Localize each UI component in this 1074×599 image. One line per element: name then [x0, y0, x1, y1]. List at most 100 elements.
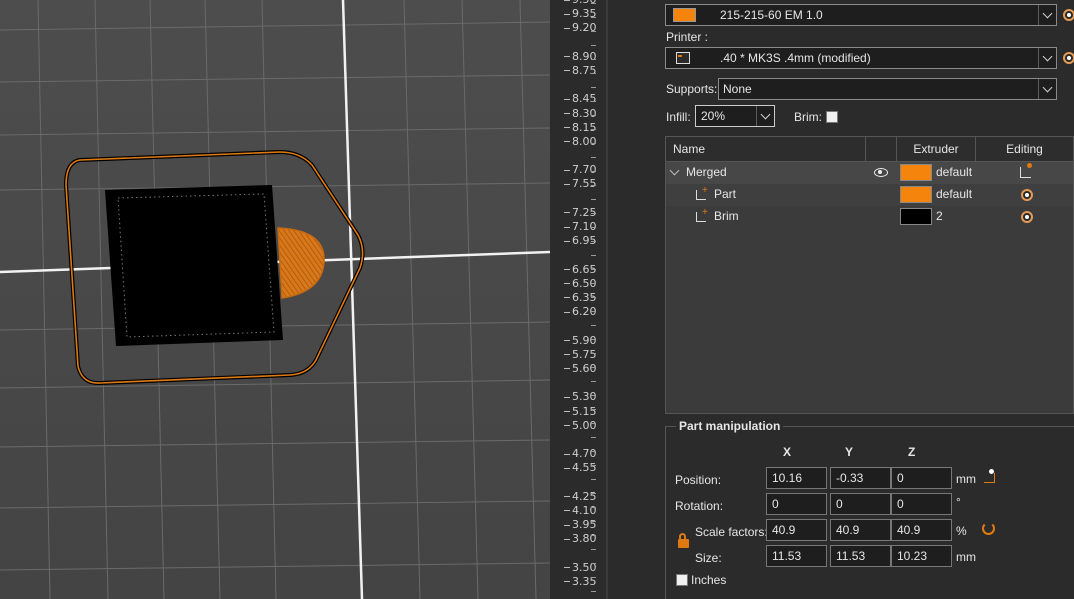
layer-minor-tick — [591, 395, 596, 396]
layer-tick-label: 8.00 — [550, 134, 597, 148]
layer-tick-label: 6.35 — [550, 291, 597, 304]
printer-label: Printer : — [666, 30, 709, 44]
layer-tick-label: 3.35 — [550, 575, 597, 588]
brim-checkbox[interactable] — [826, 111, 838, 123]
layer-minor-tick — [591, 437, 596, 438]
col-header-name[interactable]: Name — [666, 137, 866, 162]
scale-z-field[interactable]: 40.9 — [891, 519, 952, 541]
layer-minor-tick — [591, 31, 596, 32]
scale-y-field[interactable]: 40.9 — [830, 519, 891, 541]
supports-label: Supports: — [666, 82, 718, 96]
object-list[interactable]: Name Extruder Editing Merged default + P… — [665, 136, 1074, 414]
supports-combo[interactable]: None — [718, 78, 1057, 100]
layer-minor-tick — [591, 255, 596, 256]
chevron-down-icon[interactable] — [756, 106, 774, 126]
rotation-y-field[interactable]: 0 — [830, 493, 891, 515]
layer-minor-tick — [591, 283, 596, 284]
layer-minor-tick — [591, 115, 596, 116]
layer-tick-label: 8.90 — [550, 49, 597, 63]
part-name: Part — [714, 187, 737, 201]
inches-label: Inches — [691, 573, 727, 587]
chevron-down-icon[interactable] — [1038, 48, 1056, 68]
layer-minor-tick — [591, 129, 596, 130]
layer-minor-tick — [591, 381, 596, 382]
col-header-extruder[interactable]: Extruder — [897, 137, 976, 162]
infill-combo[interactable]: 20% — [695, 105, 775, 127]
col-header-visibility[interactable] — [866, 137, 897, 162]
extruder-value: 2 — [936, 209, 943, 223]
axis-x-label: X — [783, 445, 792, 459]
size-z-field[interactable]: 10.23 — [891, 545, 952, 567]
size-y-field[interactable]: 11.53 — [830, 545, 891, 567]
layer-tick-label: 7.55 — [550, 177, 597, 191]
layer-ruler[interactable]: 9.509.359.20 8.908.75 8.458.308.158.00 7.70… — [550, 0, 608, 599]
scale-x-field[interactable]: 40.9 — [766, 519, 827, 541]
position-label: Position: — [675, 473, 722, 487]
rotation-z-field[interactable]: 0 — [891, 493, 952, 515]
collapse-chevron-icon[interactable] — [669, 165, 680, 176]
3d-viewport[interactable] — [0, 0, 550, 599]
layer-tick-value: 4.10 — [572, 503, 597, 517]
part-settings-icon[interactable] — [1021, 189, 1033, 201]
layer-tick-label: 6.95 — [550, 234, 597, 247]
object-row-part[interactable]: + Part default — [666, 184, 1073, 206]
position-x-field[interactable]: 10.16 — [766, 467, 827, 489]
bed-scene[interactable] — [0, 0, 550, 599]
layer-minor-tick — [591, 269, 596, 270]
printer-settings-icon[interactable] — [1063, 52, 1074, 64]
layer-minor-tick — [591, 353, 596, 354]
layer-tick-label: 7.10 — [550, 220, 597, 233]
layer-minor-tick — [591, 87, 596, 88]
chevron-down-icon[interactable] — [1038, 79, 1056, 99]
size-x-field[interactable]: 11.53 — [766, 545, 827, 567]
inches-checkbox[interactable] — [676, 574, 688, 586]
layer-tick-value: 8.00 — [572, 134, 597, 148]
scale-label: Scale factors: — [695, 525, 768, 539]
size-label: Size: — [695, 551, 722, 565]
infill-value[interactable]: 20% — [701, 109, 725, 123]
rotation-x-field[interactable]: 0 — [766, 493, 827, 515]
layer-minor-tick — [591, 143, 596, 144]
object-row-merged[interactable]: Merged default — [666, 162, 1073, 184]
object-row-brim[interactable]: + Brim 2 — [666, 206, 1073, 228]
infill-label: Infill: — [666, 110, 691, 124]
layer-minor-tick — [591, 73, 596, 74]
layer-minor-tick — [591, 479, 596, 480]
extruder-color-swatch — [900, 186, 932, 203]
layer-tick-value: 8.90 — [572, 49, 597, 63]
layer-tick-value: 9.20 — [572, 21, 597, 35]
layer-tick-label: 3.50 — [550, 561, 597, 574]
edit-object-icon[interactable] — [1020, 163, 1032, 178]
layer-tick-label: 4.70 — [550, 447, 597, 460]
col-header-editing[interactable]: Editing — [976, 137, 1073, 162]
eye-icon[interactable] — [874, 168, 888, 177]
axis-y-label: Y — [845, 445, 854, 459]
drop-to-bed-icon[interactable] — [984, 469, 995, 483]
layer-tick-value: 5.60 — [572, 361, 597, 375]
layer-tick-label: 4.25 — [550, 490, 597, 503]
layer-minor-tick — [591, 451, 596, 452]
part-manipulation-panel: Part manipulation X Y Z Position: 10.16 … — [665, 419, 1074, 599]
layer-tick-label: 6.50 — [550, 277, 597, 290]
printer-combo[interactable]: .40 * MK3S .4mm (modified) — [665, 47, 1057, 69]
layer-tick-value: 8.30 — [572, 106, 597, 120]
layer-minor-tick — [591, 3, 596, 4]
chevron-down-icon[interactable] — [1038, 5, 1056, 25]
position-z-field[interactable]: 0 — [891, 467, 952, 489]
filament-color-swatch — [673, 8, 696, 22]
filament-combo[interactable]: 215-215-60 EM 1.0 — [665, 4, 1057, 26]
layer-tick-label: 7.70 — [550, 163, 597, 176]
position-y-field[interactable]: -0.33 — [830, 467, 891, 489]
extruder-color-swatch — [900, 164, 932, 181]
layer-minor-tick — [591, 465, 596, 466]
filament-settings-icon[interactable] — [1063, 9, 1074, 21]
reset-scale-icon[interactable] — [982, 522, 995, 535]
lock-icon[interactable] — [678, 533, 689, 548]
rotation-unit: ° — [956, 495, 961, 509]
layer-minor-tick — [591, 59, 596, 60]
layer-tick-label: 5.15 — [550, 405, 597, 418]
layer-minor-tick — [591, 563, 596, 564]
brim-settings-icon[interactable] — [1021, 211, 1033, 223]
layer-tick-value: 4.55 — [572, 461, 597, 475]
layer-tick-value: 7.55 — [572, 177, 597, 191]
